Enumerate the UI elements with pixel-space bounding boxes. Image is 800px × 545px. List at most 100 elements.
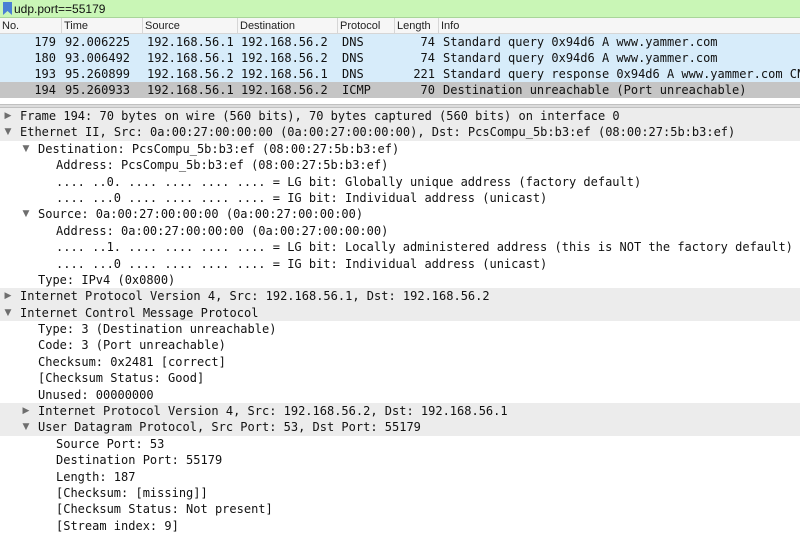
packet-source: 192.168.56.1 [147,83,234,97]
packet-source: 192.168.56.1 [147,35,234,49]
tree-leaf-label: Type: IPv4 (0x0800) [38,272,176,287]
tree-node-label: User Datagram Protocol, Src Port: 53, Ds… [38,420,421,435]
tree-leaf-label: Type: 3 (Destination unreachable) [38,322,277,337]
packet-row[interactable]: 180 93.006492 192.168.56.1 192.168.56.2 … [0,50,800,66]
tree-node-label: Frame 194: 70 bytes on wire (560 bits), … [20,109,620,123]
packet-protocol: DNS [342,35,364,49]
packet-no: 193 [34,67,56,81]
tree-leaf-label: .... ...0 .... .... .... .... = IG bit: … [56,256,548,271]
packet-time: 95.260899 [65,67,131,81]
packet-length: 221 [413,67,435,81]
packet-protocol: ICMP [342,83,371,97]
packet-list: 179 92.006225 192.168.56.1 192.168.56.2 … [0,34,800,98]
packet-time: 95.260933 [65,83,131,97]
expand-arrow-icon[interactable]: ▶ [3,288,13,304]
tree-node-label: Internet Protocol Version 4, Src: 192.16… [38,404,508,419]
column-header-length[interactable]: Length [395,18,439,34]
packet-row-selected[interactable]: 194 95.260933 192.168.56.1 192.168.56.2 … [0,82,800,98]
tree-node-inner-ipv4[interactable]: ▶ Internet Protocol Version 4, Src: 192.… [0,403,800,420]
tree-node-destination[interactable]: ▼ Destination: PcsCompu_5b:b3:ef (08:00:… [0,141,800,157]
packet-destination: 192.168.56.1 [241,67,328,81]
tree-leaf[interactable]: Length: 187 [0,469,800,485]
display-filter-input[interactable]: udp.port==55179 [14,0,105,18]
tree-node-label: Destination: PcsCompu_5b:b3:ef (08:00:27… [38,141,400,156]
expand-arrow-icon[interactable]: ▶ [21,403,31,419]
column-header-info[interactable]: Info [439,18,800,34]
packet-destination: 192.168.56.2 [241,35,328,49]
packet-protocol: DNS [342,67,364,81]
tree-leaf[interactable]: [Checksum Status: Good] [0,370,800,386]
packet-time: 93.006492 [65,51,131,65]
tree-leaf[interactable]: [Checksum Status: Not present] [0,501,800,517]
collapse-arrow-icon[interactable]: ▼ [21,419,31,435]
column-header-time[interactable]: Time [62,18,143,34]
tree-leaf-label: Code: 3 (Port unreachable) [38,338,226,353]
column-header-source[interactable]: Source [143,18,238,34]
tree-leaf[interactable]: .... ...0 .... .... .... .... = IG bit: … [0,190,800,206]
tree-leaf[interactable]: Type: IPv4 (0x0800) [0,272,800,288]
tree-leaf-label: Destination Port: 55179 [56,453,223,468]
tree-leaf[interactable]: Code: 3 (Port unreachable) [0,337,800,353]
expand-arrow-icon[interactable]: ▶ [3,108,13,124]
tree-leaf-label: .... ..0. .... .... .... .... = LG bit: … [56,174,642,189]
column-header-protocol[interactable]: Protocol [338,18,395,34]
tree-leaf-label: [Stream index: 9] [56,518,179,533]
tree-node-label: Ethernet II, Src: 0a:00:27:00:00:00 (0a:… [20,125,736,140]
packet-time: 92.006225 [65,35,131,49]
tree-node-udp[interactable]: ▼ User Datagram Protocol, Src Port: 53, … [0,419,800,436]
tree-leaf-label: .... ...0 .... .... .... .... = IG bit: … [56,190,548,205]
collapse-arrow-icon[interactable]: ▼ [21,141,31,157]
packet-info: Destination unreachable (Port unreachabl… [443,83,747,97]
tree-leaf[interactable]: [Stream index: 9] [0,518,800,534]
bookmark-icon[interactable] [3,2,12,15]
packet-no: 194 [34,83,56,97]
tree-leaf-label: .... ..1. .... .... .... .... = LG bit: … [56,240,793,255]
tree-leaf-label: [Checksum Status: Not present] [56,502,273,517]
tree-leaf[interactable]: .... ..0. .... .... .... .... = LG bit: … [0,174,800,190]
tree-leaf[interactable]: Source Port: 53 [0,436,800,452]
tree-node-ipv4[interactable]: ▶ Internet Protocol Version 4, Src: 192.… [0,288,800,305]
tree-leaf[interactable]: Destination Port: 55179 [0,452,800,468]
tree-leaf-label: Length: 187 [56,469,136,484]
packet-length: 74 [420,35,435,49]
tree-leaf-label: Address: 0a:00:27:00:00:00 (0a:00:27:00:… [56,223,389,238]
tree-node-frame[interactable]: ▶ Frame 194: 70 bytes on wire (560 bits)… [0,108,800,125]
packet-row[interactable]: 193 95.260899 192.168.56.2 192.168.56.1 … [0,66,800,82]
tree-leaf[interactable]: .... ...0 .... .... .... .... = IG bit: … [0,256,800,272]
tree-leaf[interactable]: Address: PcsCompu_5b:b3:ef (08:00:27:5b:… [0,157,800,173]
tree-leaf[interactable]: [Checksum: [missing]] [0,485,800,501]
tree-leaf[interactable]: .... ..1. .... .... .... .... = LG bit: … [0,239,800,255]
column-header-no[interactable]: No. [0,18,62,34]
packet-no: 179 [34,35,56,49]
collapse-arrow-icon[interactable]: ▼ [3,124,13,140]
display-filter-bar[interactable]: udp.port==55179 [0,0,800,18]
tree-leaf[interactable]: Checksum: 0x2481 [correct] [0,354,800,370]
tree-leaf-label: Checksum: 0x2481 [correct] [38,354,226,369]
tree-node-label: Internet Control Message Protocol [20,305,259,320]
packet-source: 192.168.56.2 [147,67,234,81]
tree-leaf[interactable]: Unused: 00000000 [0,387,800,403]
tree-leaf-label: Unused: 00000000 [38,387,154,402]
packet-list-header: No. Time Source Destination Protocol Len… [0,18,800,34]
packet-destination: 192.168.56.2 [241,83,328,97]
packet-info: Standard query 0x94d6 A www.yammer.com [443,35,718,49]
tree-node-ethernet[interactable]: ▼ Ethernet II, Src: 0a:00:27:00:00:00 (0… [0,124,800,141]
tree-node-icmp[interactable]: ▼ Internet Control Message Protocol [0,304,800,322]
packet-info: Standard query response 0x94d6 A www.yam… [443,67,800,81]
packet-details-tree: ▶ Frame 194: 70 bytes on wire (560 bits)… [0,108,800,534]
packet-info: Standard query 0x94d6 A www.yammer.com [443,51,718,65]
packet-row[interactable]: 179 92.006225 192.168.56.1 192.168.56.2 … [0,34,800,50]
collapse-arrow-icon[interactable]: ▼ [3,305,13,321]
packet-destination: 192.168.56.2 [241,51,328,65]
tree-leaf-label: Address: PcsCompu_5b:b3:ef (08:00:27:5b:… [56,158,389,173]
collapse-arrow-icon[interactable]: ▼ [21,206,31,222]
tree-leaf[interactable]: Address: 0a:00:27:00:00:00 (0a:00:27:00:… [0,223,800,239]
tree-node-label: Source: 0a:00:27:00:00:00 (0a:00:27:00:0… [38,207,364,222]
column-header-destination[interactable]: Destination [238,18,338,34]
tree-leaf-label: [Checksum Status: Good] [38,371,205,386]
tree-leaf[interactable]: Type: 3 (Destination unreachable) [0,321,800,337]
packet-protocol: DNS [342,51,364,65]
packet-source: 192.168.56.1 [147,51,234,65]
packet-length: 74 [420,51,435,65]
tree-node-source[interactable]: ▼ Source: 0a:00:27:00:00:00 (0a:00:27:00… [0,206,800,222]
